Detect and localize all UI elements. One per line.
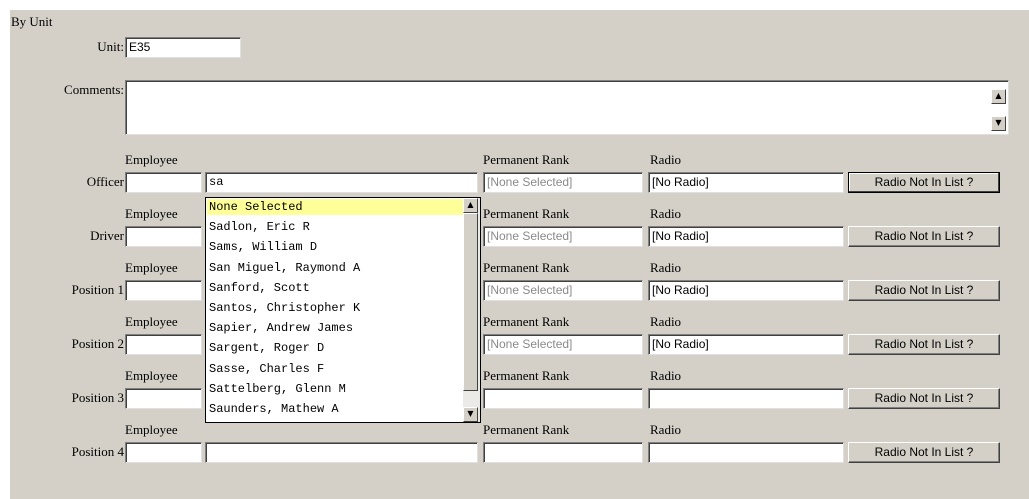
employee-id-input[interactable] [125, 388, 202, 409]
permanent-rank-header: Permanent Rank [483, 206, 570, 221]
position-label: Position 2 [71, 336, 124, 351]
radio-header: Radio [650, 422, 682, 437]
employee-header: Employee [125, 368, 178, 383]
autocomplete-option[interactable]: San Miguel, Raymond A [207, 260, 463, 276]
radio-select[interactable]: [No Radio] [648, 226, 844, 247]
autocomplete-option[interactable]: Saunders, Mathew A [207, 401, 463, 417]
position-label: Position 3 [71, 390, 124, 405]
position-label: Officer [86, 174, 124, 189]
autocomplete-option[interactable]: Sanford, Scott [207, 280, 463, 296]
radio-header: Radio [650, 260, 682, 275]
employee-autocomplete-list[interactable]: None Selected Sadlon, Eric R Sams, William… [205, 197, 481, 423]
radio-header: Radio [650, 152, 682, 167]
permanent-rank-header: Permanent Rank [483, 152, 570, 167]
scrollbar-thumb[interactable] [463, 213, 478, 391]
employee-header: Employee [125, 206, 178, 221]
permanent-rank-header: Permanent Rank [483, 422, 570, 437]
permanent-rank-select[interactable] [483, 442, 643, 463]
position-label: Driver [90, 228, 124, 243]
autocomplete-option[interactable]: None Selected [207, 199, 463, 215]
employee-header: Employee [125, 260, 178, 275]
unit-label: Unit: [97, 39, 124, 54]
radio-select[interactable]: [No Radio] [648, 172, 844, 193]
scroll-down-arrow-icon[interactable]: ▼ [991, 116, 1006, 131]
employee-id-input[interactable] [125, 280, 202, 301]
radio-not-in-list-button[interactable]: Radio Not In List ? [848, 334, 1000, 355]
employee-id-input[interactable] [125, 226, 202, 247]
scroll-up-arrow-icon[interactable]: ▲ [991, 89, 1006, 104]
radio-not-in-list-button[interactable]: Radio Not In List ? [848, 172, 1000, 193]
radio-select[interactable] [648, 388, 844, 409]
radio-select[interactable]: [No Radio] [648, 280, 844, 301]
employee-name-input[interactable] [205, 442, 478, 463]
permanent-rank-select[interactable]: [None Selected] [483, 334, 643, 355]
autocomplete-option[interactable]: Sadlon, Eric R [207, 219, 463, 235]
permanent-rank-header: Permanent Rank [483, 368, 570, 383]
permanent-rank-select[interactable] [483, 388, 643, 409]
permanent-rank-header: Permanent Rank [483, 314, 570, 329]
radio-not-in-list-button[interactable]: Radio Not In List ? [848, 280, 1000, 301]
permanent-rank-header: Permanent Rank [483, 260, 570, 275]
form-panel: By Unit Unit: E35 Comments: ▲ ▼ Employee… [10, 10, 1029, 499]
autocomplete-option[interactable]: Sattelberg, Glenn M [207, 381, 463, 397]
permanent-rank-select[interactable]: [None Selected] [483, 226, 643, 247]
autocomplete-option[interactable]: Sams, William D [207, 239, 463, 255]
comments-label: Comments: [64, 82, 124, 97]
scroll-up-arrow-icon[interactable]: ▲ [463, 198, 478, 213]
permanent-rank-select[interactable]: [None Selected] [483, 280, 643, 301]
employee-id-input[interactable] [125, 334, 202, 355]
position-label: Position 1 [71, 282, 124, 297]
radio-select[interactable] [648, 442, 844, 463]
employee-name-input[interactable]: sa [205, 172, 478, 193]
unit-input[interactable]: E35 [125, 37, 241, 58]
radio-not-in-list-button[interactable]: Radio Not In List ? [848, 388, 1000, 409]
position-label: Position 4 [71, 444, 124, 459]
scroll-down-arrow-icon[interactable]: ▼ [463, 407, 478, 422]
radio-header: Radio [650, 314, 682, 329]
permanent-rank-select[interactable]: [None Selected] [483, 172, 643, 193]
employee-id-input[interactable] [125, 172, 202, 193]
radio-not-in-list-button[interactable]: Radio Not In List ? [848, 226, 1000, 247]
comments-textarea[interactable]: ▲ ▼ [125, 80, 1009, 135]
autocomplete-option[interactable]: Sargent, Roger D [207, 340, 463, 356]
autocomplete-option[interactable]: Santos, Christopher K [207, 300, 463, 316]
radio-select[interactable]: [No Radio] [648, 334, 844, 355]
autocomplete-option[interactable]: Sasse, Charles F [207, 361, 463, 377]
radio-header: Radio [650, 206, 682, 221]
employee-header: Employee [125, 314, 178, 329]
autocomplete-scrollbar[interactable]: ▲ ▼ [463, 198, 480, 422]
radio-not-in-list-button[interactable]: Radio Not In List ? [848, 442, 1000, 463]
section-title: By Unit [11, 14, 53, 29]
autocomplete-option[interactable]: Sapier, Andrew James [207, 320, 463, 336]
employee-header: Employee [125, 152, 178, 167]
radio-header: Radio [650, 368, 682, 383]
employee-id-input[interactable] [125, 442, 202, 463]
employee-header: Employee [125, 422, 178, 437]
